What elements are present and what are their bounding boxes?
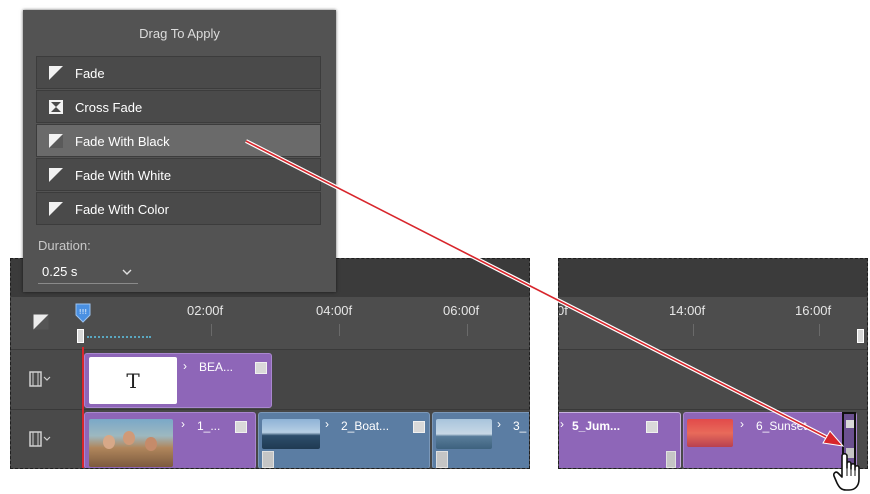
- panel-title: Drag To Apply: [139, 26, 220, 41]
- transition-item-label: Fade With Black: [75, 134, 170, 149]
- track-header: [11, 410, 81, 468]
- timeline-header-bar: [559, 259, 867, 297]
- fade-icon: [49, 202, 63, 216]
- duration-label: Duration:: [38, 238, 91, 253]
- clip-trim-handle[interactable]: [666, 451, 676, 468]
- tick-mark: [819, 324, 820, 336]
- clip-thumbnail: [89, 419, 173, 467]
- tick-label: 04:00f: [316, 303, 353, 318]
- playhead-line: [82, 347, 84, 468]
- transition-item-label: Cross Fade: [75, 100, 143, 115]
- clip-thumbnail: [436, 419, 492, 449]
- duration-value: 0.25 s: [42, 264, 78, 279]
- clip-label: 1_...: [197, 419, 221, 433]
- timeline-panel-right: 0f 14:00f 16:00f › 5_Jum... › 6_Sunset: [558, 258, 868, 469]
- clip-chevron: ›: [325, 417, 329, 431]
- transition-item-label: Fade: [75, 66, 105, 81]
- title-thumbnail: T: [89, 357, 177, 404]
- tick-label: 0f: [558, 303, 568, 318]
- video-track-row: › 1_... › 2_Boat... › 3_: [11, 410, 529, 468]
- transition-icon[interactable]: [33, 314, 49, 330]
- video-clip-3[interactable]: › 3_: [432, 412, 529, 468]
- tick-label: 06:00f: [443, 303, 480, 318]
- duration-select[interactable]: 0.25 s: [38, 263, 138, 284]
- clip-end-icon[interactable]: [646, 421, 658, 433]
- clip-label: 2_Boat...: [341, 419, 390, 433]
- track-header: [11, 350, 81, 409]
- title-clip[interactable]: T › BEA...: [84, 353, 272, 408]
- clip-end-icon[interactable]: [255, 362, 267, 374]
- tick-mark: [467, 324, 468, 336]
- video-clip-1[interactable]: › 1_...: [84, 412, 256, 468]
- clip-label: 3_: [513, 419, 527, 433]
- playhead-icon[interactable]: !!!: [75, 303, 91, 323]
- video-track-row: › 5_Jum... › 6_Sunset: [559, 410, 867, 468]
- transition-item-fade-with-white[interactable]: Fade With White: [36, 158, 321, 191]
- title-track-row: [559, 350, 867, 410]
- clip-chevron: ›: [740, 417, 744, 431]
- clip-end-icon[interactable]: [235, 421, 247, 433]
- clip-thumbnail: [262, 419, 320, 449]
- transition-item-fade-with-black[interactable]: Fade With Black: [36, 124, 321, 157]
- cross-fade-icon: [49, 100, 63, 114]
- clip-chevron: ›: [560, 417, 564, 431]
- title-thumb-text: T: [126, 369, 140, 393]
- transition-item-fade[interactable]: Fade: [36, 56, 321, 89]
- tick-label: 14:00f: [669, 303, 706, 318]
- fade-icon: [49, 168, 63, 182]
- hand-cursor-icon: [833, 452, 860, 491]
- clip-label: 5_Jum...: [572, 419, 621, 433]
- work-area-start-handle[interactable]: [77, 329, 84, 343]
- work-area-dots: [87, 336, 151, 338]
- film-strip-icon[interactable]: [29, 431, 51, 447]
- transition-panel: Drag To Apply Fade Cross Fade Fade With …: [23, 10, 336, 292]
- video-clip-6[interactable]: › 6_Sunset: [683, 412, 857, 468]
- clip-end-icon[interactable]: [413, 421, 425, 433]
- chevron-down-icon: [122, 269, 132, 275]
- video-clip-5[interactable]: › 5_Jum...: [559, 412, 681, 468]
- timeline-ruler[interactable]: 0f 14:00f 16:00f: [559, 297, 867, 350]
- transition-item-fade-with-color[interactable]: Fade With Color: [36, 192, 321, 225]
- tick-mark: [211, 324, 212, 336]
- clip-trim-handle[interactable]: [436, 451, 448, 468]
- video-clip-2[interactable]: › 2_Boat...: [258, 412, 430, 468]
- tick-label: 16:00f: [795, 303, 832, 318]
- film-strip-icon[interactable]: [29, 371, 51, 387]
- fade-icon: [49, 134, 63, 148]
- clip-chevron: ›: [183, 359, 187, 373]
- clip-label: 6_Sunset: [756, 419, 807, 433]
- transition-item-label: Fade With White: [75, 168, 172, 183]
- tick-label: 02:00f: [187, 303, 224, 318]
- timeline-ruler[interactable]: 02:00f 04:00f 06:00f !!!: [11, 297, 529, 350]
- tick-mark: [339, 324, 340, 336]
- transition-item-label: Fade With Color: [75, 202, 169, 217]
- fade-icon: [49, 66, 63, 80]
- work-area-end-handle[interactable]: [857, 329, 864, 343]
- title-track-row: T › BEA...: [11, 350, 529, 410]
- clip-chevron: ›: [181, 417, 185, 431]
- clip-thumbnail: [687, 419, 733, 447]
- clip-label: BEA...: [199, 360, 234, 374]
- tick-mark: [693, 324, 694, 336]
- svg-text:!!!: !!!: [79, 308, 87, 316]
- clip-trim-handle[interactable]: [262, 451, 274, 468]
- ruler-left-column: [11, 297, 81, 349]
- transition-item-cross-fade[interactable]: Cross Fade: [36, 90, 321, 123]
- clip-chevron: ›: [497, 417, 501, 431]
